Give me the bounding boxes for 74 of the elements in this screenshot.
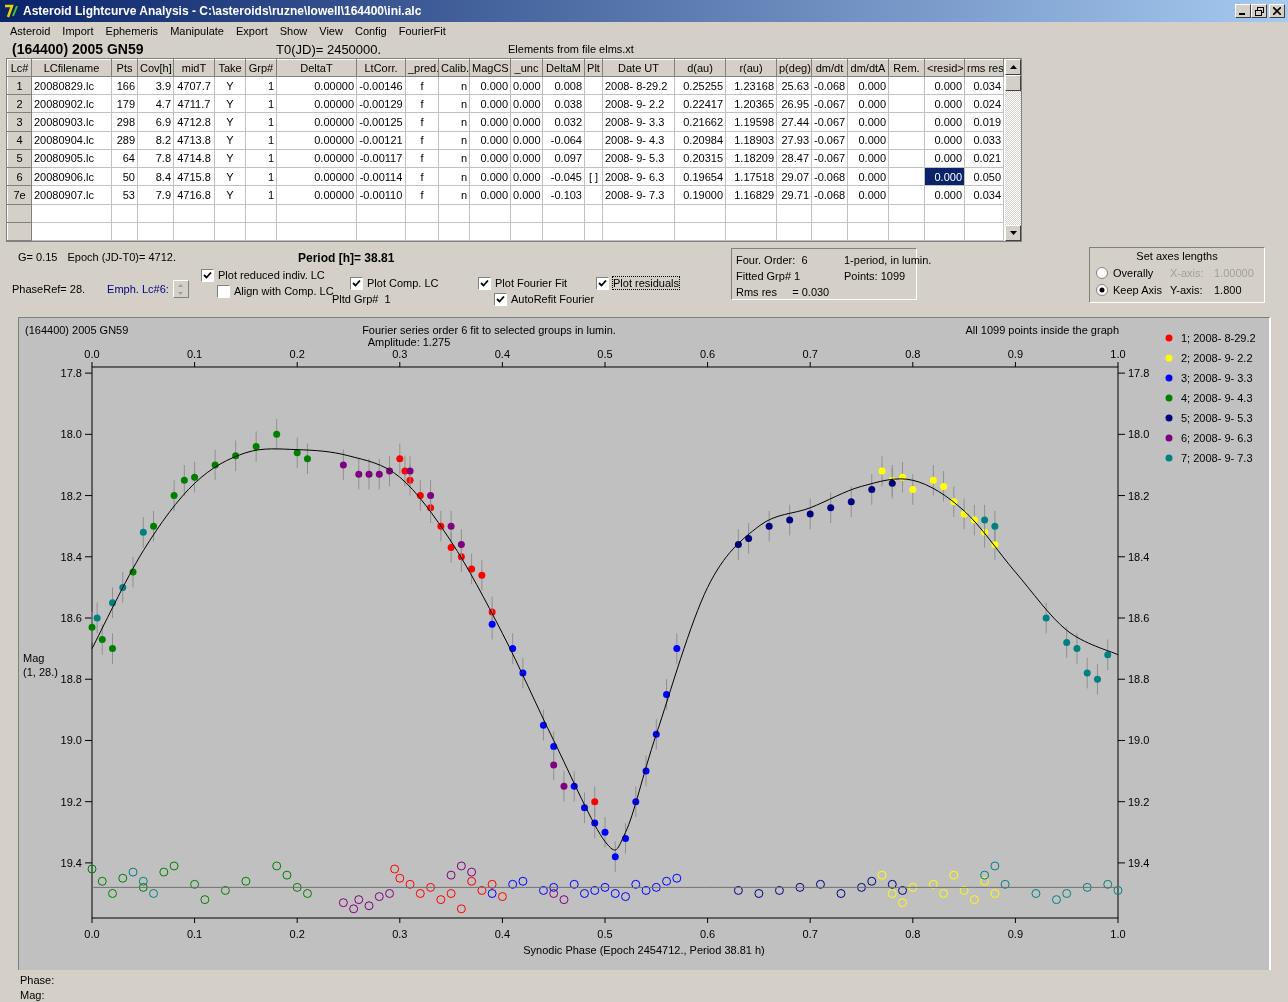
tick-label: 0.8	[905, 348, 921, 360]
x-axis-label: Synodic Phase (Epoch 2454712., Period 38.81 h)	[523, 944, 765, 956]
period-label: Period [h]= 38.81	[298, 251, 395, 267]
tick-label: 0.6	[699, 928, 716, 940]
tick-label: 0.4	[494, 348, 511, 360]
tick-label: 17.8	[60, 367, 82, 380]
tick-label: 1.0	[1110, 928, 1126, 940]
tick-label: 0.5	[597, 928, 613, 940]
tick-label: 0.1	[186, 348, 203, 360]
tick-label: 19.4	[60, 856, 82, 869]
tick-label: 19.0	[1128, 734, 1150, 747]
phase-ref-label: PhaseRef= 28.	[12, 283, 86, 295]
tick-label: 0.7	[802, 348, 818, 360]
tick-label: 0.4	[494, 928, 511, 940]
fit-info-text: Four. Order: 6	[736, 253, 808, 268]
points-status: All 1099 points inside the graph	[965, 324, 1119, 336]
y-axis-note: (1, 28.)	[23, 666, 58, 678]
tick-label: 0.5	[597, 348, 613, 360]
legend-label: 7; 2008- 9- 7.3	[1181, 452, 1253, 464]
emph-label: Emph. Lc#6:	[107, 283, 169, 295]
tick-label: 19.0	[60, 734, 82, 747]
group-title: Set axes lengths	[1136, 250, 1218, 262]
tick-label: 1.0	[1110, 348, 1126, 360]
legend-label: 1; 2008- 8-29.2	[1181, 332, 1256, 344]
tick-label: 0.7	[802, 928, 818, 940]
tick-label: 18.6	[60, 612, 82, 624]
legend-label: 2; 2008- 9- 2.2	[1181, 352, 1253, 364]
tick-label: 18.8	[60, 673, 82, 686]
tick-label: 18.8	[1128, 673, 1150, 686]
fit-info-text: 1-period, in lumin.	[844, 253, 932, 268]
legend-label: 6; 2008- 9- 6.3	[1181, 432, 1253, 444]
mag-readout: Mag:	[20, 988, 46, 1002]
phase-readout: Phase:	[20, 973, 56, 988]
g-label: G= 0.15	[18, 251, 58, 265]
fit-info-text: Fitted Grp# 1	[736, 269, 801, 284]
tick-label: 0.9	[1007, 348, 1024, 360]
y-axis-label: Mag	[23, 652, 45, 664]
tick-label: 0.0	[84, 348, 100, 360]
tick-label: 0.3	[392, 928, 408, 940]
tick-label: 0.1	[186, 928, 203, 940]
tick-label: 18.6	[1128, 612, 1150, 624]
tick-label: 18.0	[1128, 428, 1150, 441]
tick-label: 19.2	[60, 795, 82, 808]
elements-label: Elements from file elms.xt	[508, 43, 634, 55]
axis-value: 1.800	[1214, 283, 1242, 296]
legend-label: 4; 2008- 9- 4.3	[1181, 392, 1253, 404]
tick-label: 18.0	[60, 428, 82, 441]
tick-label: 0.9	[1007, 928, 1024, 940]
epoch-label: Epoch (JD-T0)= 4712.	[67, 251, 176, 265]
asteroid-name: (164400) 2005 GN59	[12, 41, 145, 57]
plotted-group-label: Pltd Grp# 1	[332, 293, 392, 305]
tick-label: 19.4	[1128, 856, 1150, 869]
tick-label: 18.4	[1128, 550, 1150, 563]
tick-label: 0.8	[905, 928, 921, 940]
tick-label: 0.0	[84, 928, 100, 940]
tick-label: 18.2	[1128, 489, 1150, 502]
legend-label: 5; 2008- 9- 5.3	[1181, 412, 1253, 424]
window-title: Asteroid Lightcurve Analysis - C:\asteroids\ruzne\lowell\164400\ini.alc	[23, 4, 422, 18]
tick-label: 0.6	[699, 348, 716, 360]
tick-label: 17.8	[1128, 367, 1150, 380]
object-label: (164400) 2005 GN59	[25, 324, 129, 336]
tick-label: 18.2	[60, 489, 82, 502]
axis-label: Y-axis:	[1170, 283, 1204, 296]
chart-title: Fourier series order 6 fit to selected groups in lumin.	[362, 324, 616, 336]
tick-label: 0.3	[392, 348, 408, 360]
tick-label: 18.4	[60, 550, 82, 563]
tick-label: 19.2	[1128, 795, 1150, 808]
tick-label: 0.2	[289, 928, 305, 940]
legend-label: 3; 2008- 9- 3.3	[1181, 372, 1253, 384]
tick-label: 0.2	[289, 348, 305, 360]
t0-label: T0(JD)= 2450000.	[276, 41, 383, 57]
fit-info-text: Points: 1099	[844, 269, 906, 284]
amplitude-label: Amplitude: 1.275	[367, 336, 451, 348]
fit-info-text: Rms res = 0.030	[736, 285, 830, 300]
